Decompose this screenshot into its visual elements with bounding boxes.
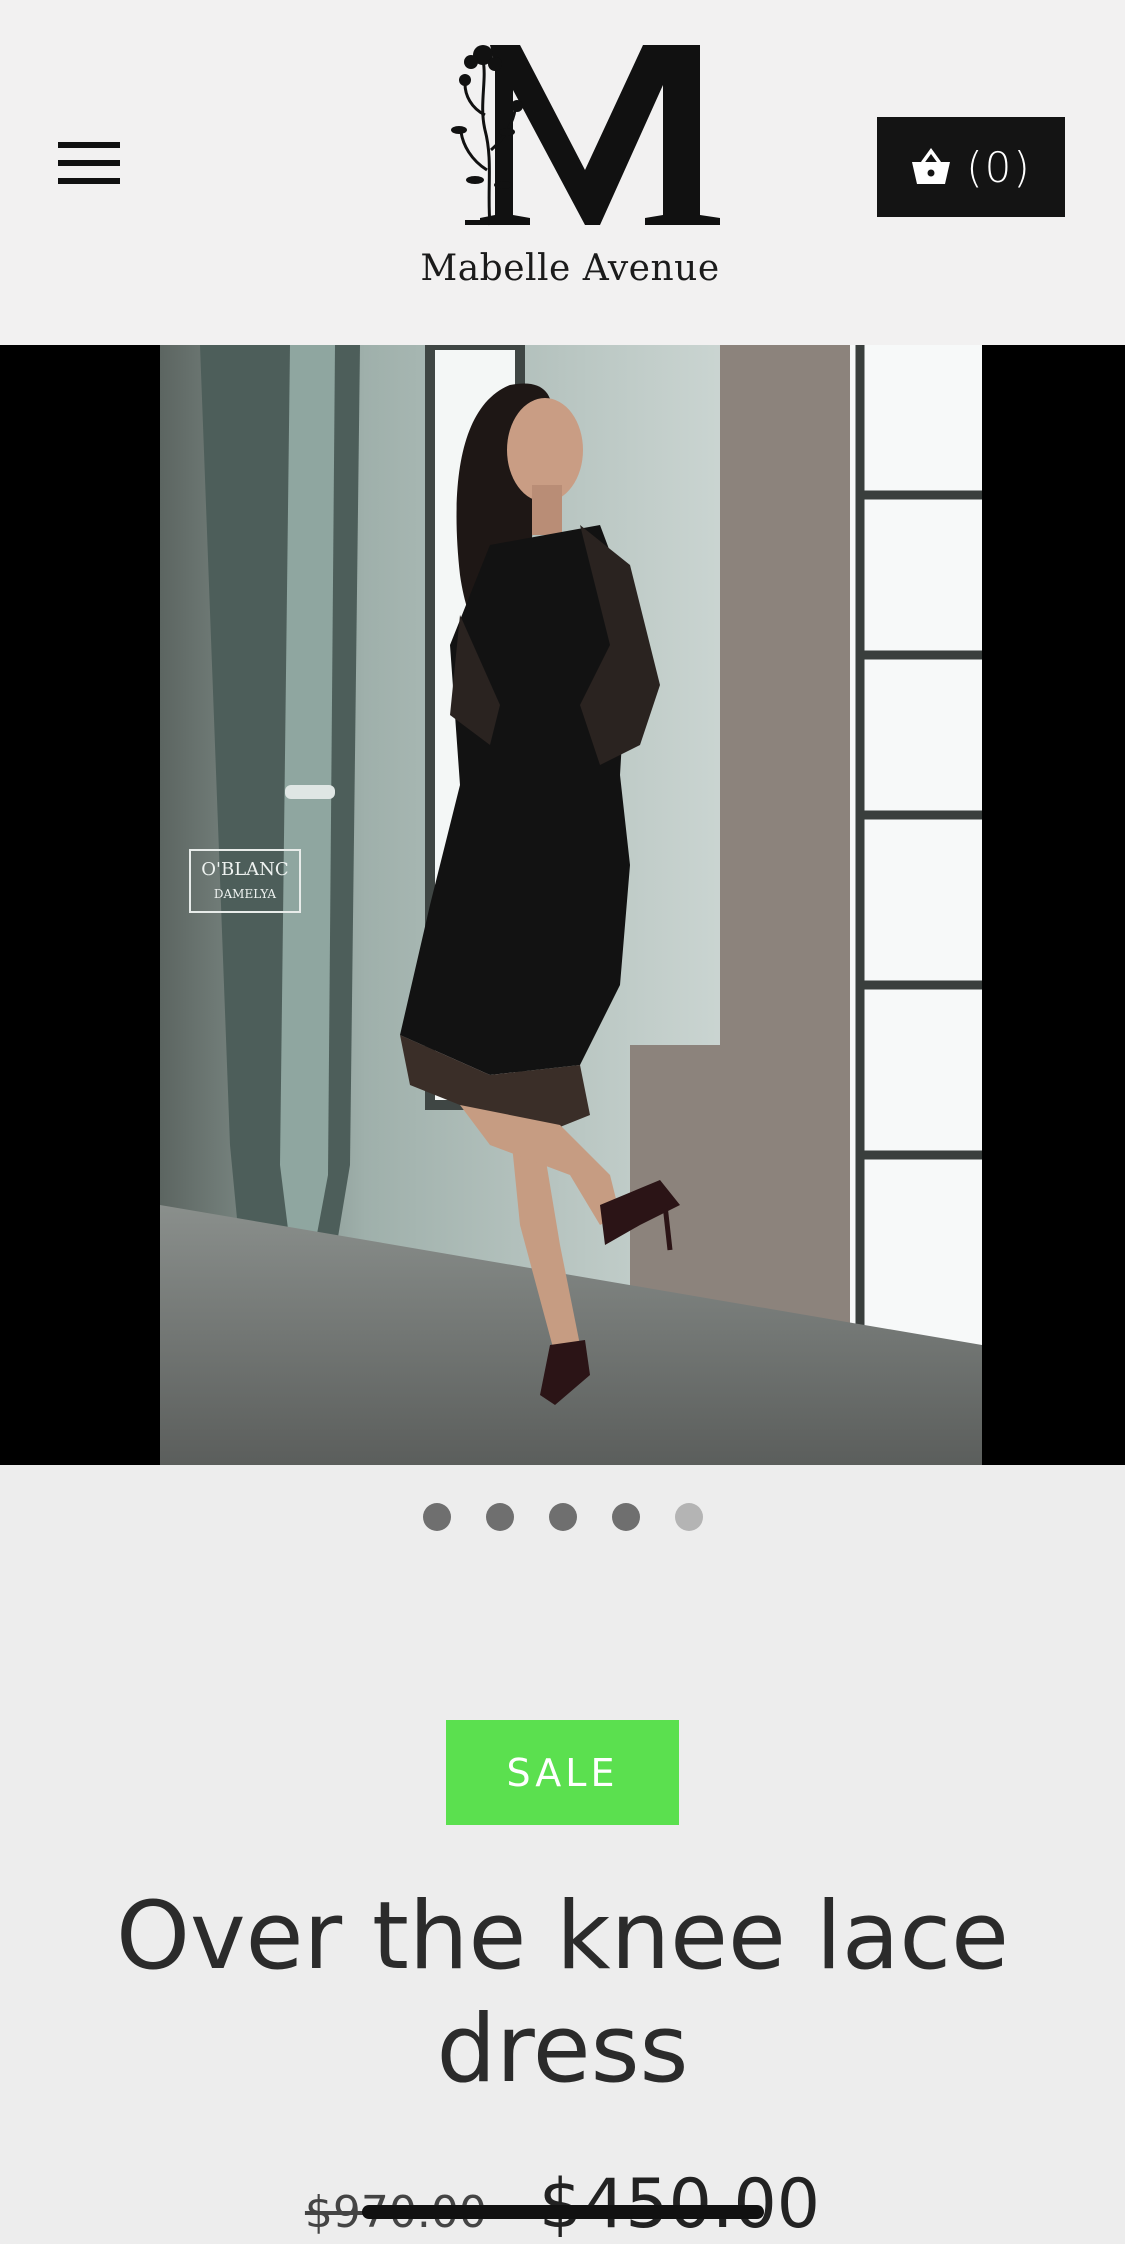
carousel-dot-3[interactable] xyxy=(548,1503,577,1531)
site-header: Mabelle Avenue (0) xyxy=(0,0,1125,345)
logo-wordmark: Mabelle Avenue xyxy=(420,248,720,289)
watermark-line1: O'BLANC xyxy=(201,859,288,880)
hamburger-menu-icon[interactable] xyxy=(58,138,120,188)
carousel-dot-1[interactable] xyxy=(422,1503,451,1531)
sale-badge: SALE xyxy=(446,1720,679,1825)
cart-button[interactable]: (0) xyxy=(877,117,1065,217)
carousel-dot-2[interactable] xyxy=(485,1503,514,1531)
carousel-pagination xyxy=(0,1503,1125,1531)
carousel-dot-5[interactable] xyxy=(674,1503,703,1531)
store-logo[interactable]: Mabelle Avenue xyxy=(395,20,745,310)
logo-monogram xyxy=(451,45,720,226)
basket-icon xyxy=(912,148,951,184)
product-title: Over the knee lace dress xyxy=(116,1882,1009,2104)
watermark-line2: DAMELYA xyxy=(214,887,277,901)
product-photo: O'BLANC DAMELYA xyxy=(160,345,982,1465)
product-image-carousel[interactable]: O'BLANC DAMELYA xyxy=(0,345,1125,1465)
home-indicator[interactable] xyxy=(362,2205,764,2219)
cart-count: (0) xyxy=(966,142,1032,192)
carousel-dot-4[interactable] xyxy=(611,1503,640,1531)
